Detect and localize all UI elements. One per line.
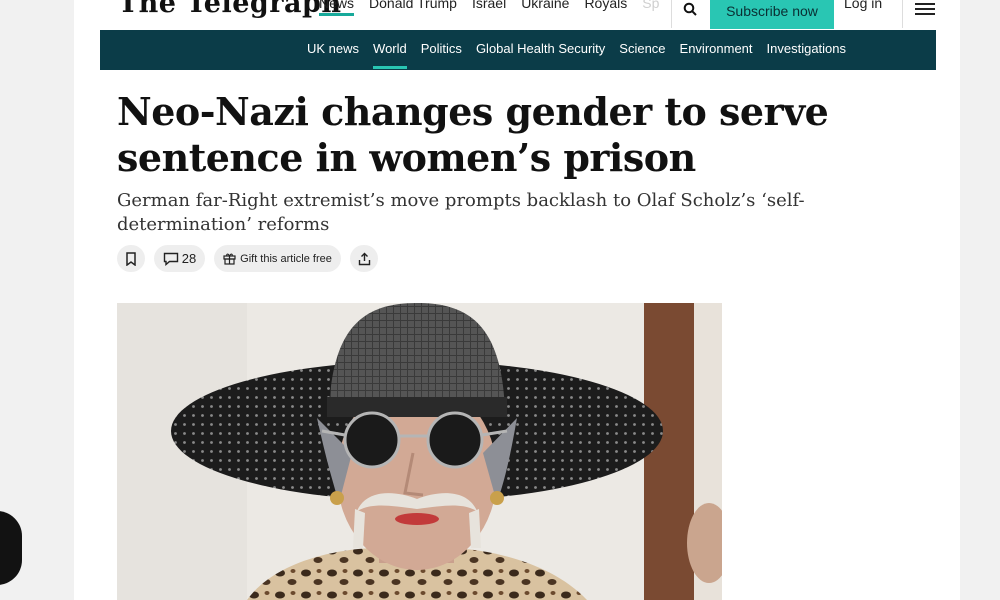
section-nav-politics[interactable]: Politics <box>421 41 462 56</box>
bookmark-button[interactable] <box>117 245 145 272</box>
gift-article-button[interactable]: Gift this article free <box>214 245 341 272</box>
bookmark-icon <box>125 251 137 266</box>
comments-button[interactable]: 28 <box>154 245 205 272</box>
article-standfirst: German far-Right extremist’s move prompt… <box>117 190 805 235</box>
top-nav: News Donald Trump Israel Ukraine Royals … <box>319 0 659 16</box>
section-nav-science[interactable]: Science <box>619 41 665 56</box>
gift-icon <box>223 252 236 265</box>
top-nav-news[interactable]: News <box>319 0 355 16</box>
site-logo[interactable]: The Telegraph <box>118 0 342 19</box>
section-nav-environment[interactable]: Environment <box>680 41 753 56</box>
share-button[interactable] <box>350 245 378 272</box>
top-nav-ukraine[interactable]: Ukraine <box>521 0 569 16</box>
top-nav-royals[interactable]: Royals <box>584 0 627 16</box>
section-nav-world[interactable]: World <box>373 41 407 69</box>
share-icon <box>358 252 371 266</box>
site-header: The Telegraph News Donald Trump Israel U… <box>74 0 960 30</box>
article-photo <box>117 303 722 600</box>
floating-widget[interactable] <box>0 511 22 585</box>
top-nav-israel[interactable]: Israel <box>472 0 506 16</box>
menu-button[interactable] <box>902 0 947 28</box>
search-button[interactable] <box>671 0 708 28</box>
section-nav-uk-news[interactable]: UK news <box>307 41 359 56</box>
section-nav-investigations[interactable]: Investigations <box>767 41 847 56</box>
search-icon <box>683 2 697 16</box>
section-nav: UK news World Politics Global Health Sec… <box>100 30 936 70</box>
gift-article-label: Gift this article free <box>240 252 332 265</box>
menu-icon <box>915 2 935 16</box>
article-actions: 28 Gift this article free <box>117 245 378 272</box>
article-headline: Neo-Nazi changes gender to serve sentenc… <box>117 89 829 180</box>
subscribe-button[interactable]: Subscribe now <box>710 0 834 29</box>
article-page: The Telegraph News Donald Trump Israel U… <box>74 0 960 600</box>
top-nav-donald-trump[interactable]: Donald Trump <box>369 0 457 16</box>
comment-count: 28 <box>181 251 197 266</box>
comment-icon <box>163 252 179 266</box>
top-nav-sport[interactable]: Sp <box>642 0 659 16</box>
login-link[interactable]: Log in <box>844 0 882 11</box>
section-nav-global-health-security[interactable]: Global Health Security <box>476 41 605 56</box>
